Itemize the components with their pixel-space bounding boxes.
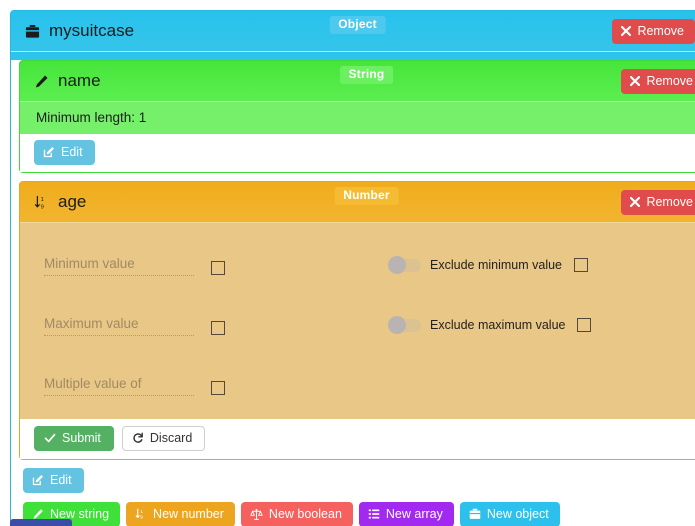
list-icon	[368, 508, 380, 520]
remove-object-label: Remove	[637, 24, 684, 38]
new-boolean-button[interactable]: New boolean	[240, 502, 353, 526]
maximum-value-placeholder: Maximum value	[44, 315, 139, 331]
number-constraints-form: Minimum value Exclude minimum value Maxi…	[20, 223, 695, 419]
string-card-header: name String Remove	[20, 61, 695, 102]
minimum-value-placeholder: Minimum value	[44, 255, 135, 271]
remove-object-button[interactable]: Remove	[612, 19, 695, 44]
refresh-icon	[132, 432, 144, 444]
edit-pencil-square-icon	[32, 474, 44, 486]
maximum-value-row: Maximum value Exclude maximum value	[20, 295, 695, 355]
minimum-value-checkbox[interactable]	[211, 260, 225, 275]
object-name: mysuitcase	[49, 21, 135, 40]
svg-text:1: 1	[140, 509, 143, 515]
pencil-icon	[34, 74, 49, 89]
maximum-value-input[interactable]: Maximum value	[44, 315, 194, 336]
multiple-value-checkbox[interactable]	[211, 380, 225, 395]
number-card-footer: Submit Discard	[20, 419, 695, 459]
object-card-body: name String Remove Minimum length: 1 Edi…	[11, 60, 695, 526]
suitcase-icon	[469, 508, 481, 520]
string-card-footer: Edit	[20, 134, 695, 172]
balance-scale-icon	[250, 508, 263, 521]
new-number-button[interactable]: 1 9 New number	[126, 502, 235, 526]
submit-label: Submit	[62, 431, 101, 445]
svg-text:9: 9	[140, 515, 143, 520]
minimum-value-row: Minimum value Exclude minimum value	[20, 235, 695, 295]
object-title: mysuitcase	[25, 21, 134, 41]
maximum-value-group: Maximum value	[44, 315, 389, 336]
json-schema-editor: mysuitcase Object Remove name String Rem…	[0, 0, 695, 526]
multiple-value-placeholder: Multiple value of	[44, 375, 142, 391]
edit-pencil-square-icon	[43, 146, 55, 158]
exclude-minimum-label: Exclude minimum value	[430, 258, 562, 272]
string-name: name	[58, 71, 101, 90]
maximum-value-checkbox[interactable]	[211, 320, 225, 335]
new-property-button-row: New string 1 9 New number New boolean Ne…	[23, 502, 695, 526]
object-card-mysuitcase: mysuitcase Object Remove name String Rem…	[10, 10, 695, 526]
object-card-footer: Edit New string 1 9 New number New boole…	[11, 460, 695, 526]
exclude-maximum-checkbox[interactable]	[577, 317, 592, 332]
new-number-label: New number	[153, 507, 224, 521]
multiple-value-group: Multiple value of	[44, 375, 389, 396]
edit-string-button[interactable]: Edit	[34, 140, 95, 165]
suitcase-icon	[25, 24, 40, 39]
remove-number-label: Remove	[646, 195, 693, 209]
number-name: age	[58, 192, 87, 211]
object-card-header: mysuitcase Object Remove	[11, 11, 695, 52]
minimum-value-input[interactable]: Minimum value	[44, 255, 194, 276]
object-type-badge: Object	[329, 16, 386, 34]
sort-numeric-icon: 1 9	[135, 508, 147, 520]
new-array-label: New array	[385, 507, 443, 521]
edit-object-button[interactable]: Edit	[23, 468, 84, 493]
discard-label: Discard	[149, 431, 193, 445]
number-type-badge: Number	[334, 187, 399, 205]
svg-text:1: 1	[41, 197, 44, 203]
minimum-value-group: Minimum value	[44, 255, 389, 276]
multiple-value-input[interactable]: Multiple value of	[44, 375, 194, 396]
close-icon	[621, 26, 632, 36]
new-boolean-label: New boolean	[268, 507, 342, 521]
submit-button[interactable]: Submit	[34, 426, 114, 451]
svg-text:9: 9	[41, 204, 44, 210]
sort-numeric-icon: 1 9	[34, 195, 49, 210]
string-card-name: name String Remove Minimum length: 1 Edi…	[19, 60, 695, 173]
string-type-badge: String	[339, 66, 394, 84]
multiple-value-row: Multiple value of	[20, 355, 695, 415]
bottom-partial-button[interactable]	[10, 519, 72, 526]
remove-string-button[interactable]: Remove	[621, 69, 695, 94]
exclude-maximum-group: Exclude maximum value	[388, 315, 592, 334]
exclude-maximum-toggle[interactable]	[388, 315, 421, 334]
remove-number-button[interactable]: Remove	[621, 190, 695, 215]
edit-string-label: Edit	[61, 145, 83, 159]
string-title: name	[34, 71, 101, 91]
exclude-maximum-label: Exclude maximum value	[430, 318, 566, 332]
discard-button[interactable]: Discard	[121, 426, 206, 451]
new-array-button[interactable]: New array	[358, 502, 454, 526]
number-card-header: 1 9 age Number Remove	[20, 182, 695, 223]
exclude-minimum-checkbox[interactable]	[574, 257, 588, 272]
remove-string-label: Remove	[646, 74, 693, 88]
new-object-label: New object	[486, 507, 549, 521]
close-icon	[630, 76, 641, 86]
close-icon	[630, 197, 641, 207]
string-constraints: Minimum length: 1	[20, 102, 695, 134]
number-title: 1 9 age	[34, 192, 86, 212]
number-card-age: 1 9 age Number Remove Minimum value Excl…	[19, 181, 695, 460]
check-icon	[44, 432, 56, 444]
exclude-minimum-group: Exclude minimum value	[388, 255, 588, 274]
edit-object-label: Edit	[50, 473, 72, 487]
minimum-length-text: Minimum length: 1	[36, 110, 147, 125]
new-object-button[interactable]: New object	[459, 502, 560, 526]
exclude-minimum-toggle[interactable]	[388, 255, 421, 274]
